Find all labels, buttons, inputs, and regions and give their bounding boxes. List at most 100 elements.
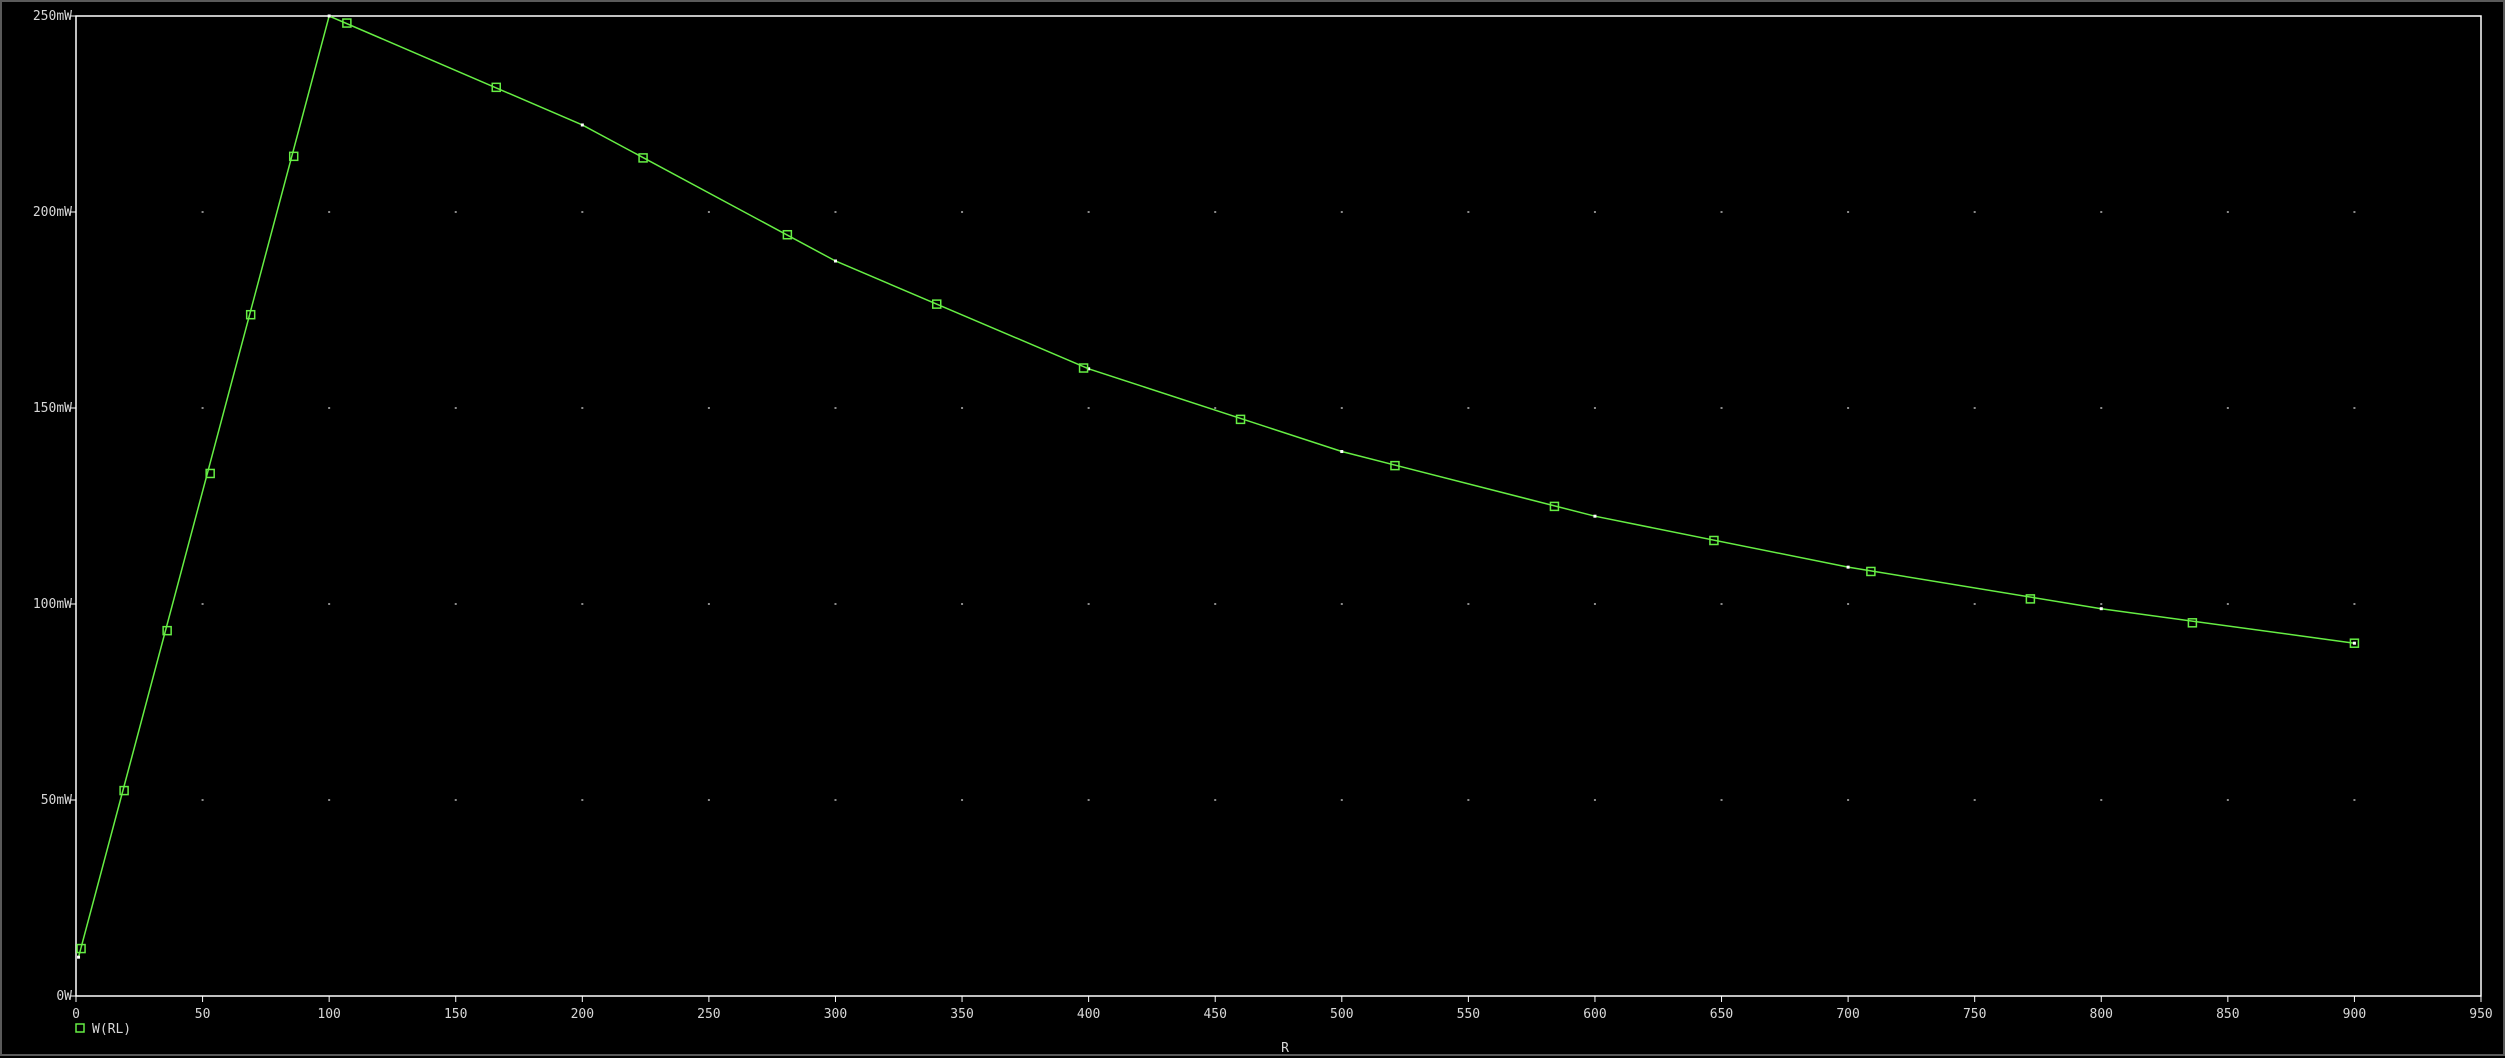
legend-label-w-rl: W(RL) [92,1022,131,1037]
x-tick-label: 400 [1077,1007,1100,1022]
grid-dot [1973,211,1976,213]
grid-dot [1087,603,1090,605]
grid-dot [1467,407,1470,409]
grid-dot [1593,603,1596,605]
x-tick-label: 500 [1330,1007,1353,1022]
x-axis-label: R [1281,1041,1289,1056]
grid-dot [961,211,964,213]
data-point [2352,641,2356,645]
grid-dot [2353,799,2356,801]
data-point [833,259,837,263]
plot-area-frame [75,15,2482,997]
x-tick-label: 350 [950,1007,973,1022]
x-tick-label: 600 [1583,1007,1606,1022]
grid-dot [581,603,584,605]
grid-dot [2353,407,2356,409]
grid-dot [1340,407,1343,409]
grid-dot [1847,603,1850,605]
grid-dot [1593,211,1596,213]
grid-dot [1087,211,1090,213]
data-point [1846,565,1850,569]
grid-dot [1087,407,1090,409]
grid-dot [454,799,457,801]
grid-dot [1087,799,1090,801]
grid-dot [201,603,204,605]
grid-dot [201,407,204,409]
grid-dot [2226,799,2229,801]
grid-dot [1973,799,1976,801]
grid-dot [1340,211,1343,213]
grid-dot [1214,603,1217,605]
grid-dot [2226,603,2229,605]
grid-dot [1214,211,1217,213]
x-tick-label: 200 [571,1007,594,1022]
grid-dot [707,211,710,213]
grid-dot [328,799,331,801]
grid-dot [2353,211,2356,213]
grid-dot [581,211,584,213]
grid-dot [2226,211,2229,213]
grid-dot [328,211,331,213]
grid-dot [1467,211,1470,213]
x-tick-label: 850 [2216,1007,2239,1022]
grid-dot [2100,603,2103,605]
grid-dot [834,407,837,409]
grid-dot [454,603,457,605]
grid-dot [2100,407,2103,409]
grid-dot [1973,603,1976,605]
grid-dot [834,799,837,801]
grid-dot [1847,211,1850,213]
grid-dot [2100,211,2103,213]
grid-dot [1214,799,1217,801]
legend: W(RL) [75,1022,131,1037]
grid-dot [961,799,964,801]
x-tick-label: 250 [697,1007,720,1022]
grid-dot [1720,799,1723,801]
series-line-w-rl [77,14,2355,958]
grid-dot [1593,799,1596,801]
grid-dot [707,407,710,409]
grid-dot [1214,407,1217,409]
x-tick-label: 800 [2090,1007,2113,1022]
data-point [77,955,81,959]
grid-dot [201,799,204,801]
grid-dot [1973,407,1976,409]
grid-dot [1340,603,1343,605]
plot-window: 0 50 100 150 200 250 300 350 400 450 500 550 600 650 7… [0,0,2505,1056]
x-tick-label: 900 [2343,1007,2366,1022]
grid-dot [1720,603,1723,605]
x-tick-label: 700 [1836,1007,1859,1022]
x-tick-label: 550 [1457,1007,1480,1022]
y-tick-label: 250mW [33,9,72,24]
grid-dot [834,603,837,605]
grid-dot [707,799,710,801]
grid-dot [2226,407,2229,409]
y-axis-ticks: 0W 50mW 100mW 150mW 200mW 250mW [33,9,76,1004]
grid-dot [1467,799,1470,801]
y-tick-label: 100mW [33,597,72,612]
x-axis-ticks: 0 50 100 150 200 250 300 350 400 450 500 550 600 650 7… [72,996,2493,1022]
grid-dot [834,211,837,213]
grid-dot [328,603,331,605]
grid-dot [707,603,710,605]
data-point [327,14,331,18]
grid-dot [2353,603,2356,605]
grid-dots [201,211,2356,801]
x-tick-label: 50 [195,1007,211,1022]
grid-dot [328,407,331,409]
grid-dot [961,407,964,409]
data-point [1340,450,1344,454]
data-point [1593,514,1597,518]
data-point [2099,607,2103,611]
grid-dot [1720,211,1723,213]
grid-dot [201,211,204,213]
grid-dot [581,799,584,801]
grid-dot [2100,799,2103,801]
grid-dot [454,407,457,409]
y-tick-label: 200mW [33,205,72,220]
x-tick-label: 950 [2469,1007,2492,1022]
y-tick-label: 50mW [41,793,72,808]
grid-dot [1593,407,1596,409]
data-point [580,123,584,127]
x-tick-label: 100 [317,1007,340,1022]
